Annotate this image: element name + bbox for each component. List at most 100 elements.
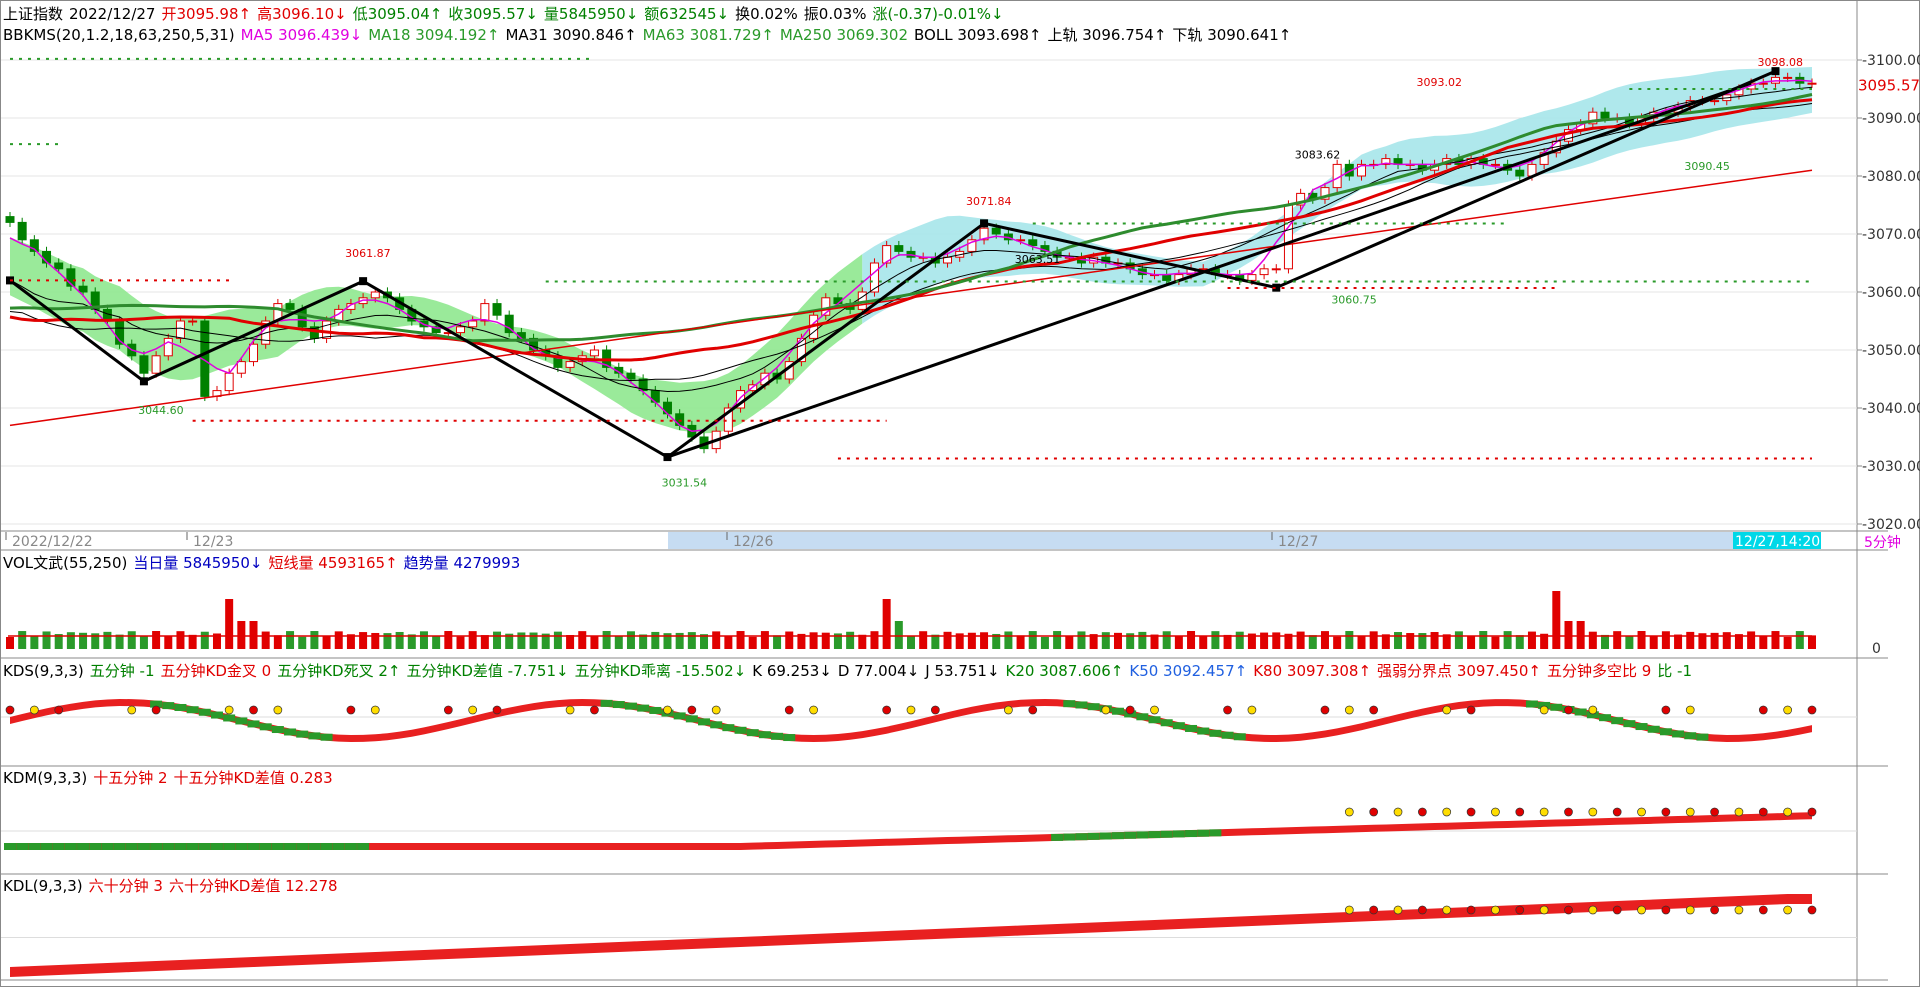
- date-label: 12/27: [1278, 534, 1318, 550]
- volume-bar: [529, 632, 538, 649]
- kd-green-segment: [1672, 730, 1685, 738]
- indicator-name: BBKMS(20,1.2,18,63,250,5,31): [3, 26, 235, 44]
- kd-signal-dot: [1807, 705, 1817, 715]
- kd-green-segment: [771, 732, 784, 740]
- kds-k50: K50 3092.457↑: [1129, 662, 1248, 680]
- kd-green-segment: [150, 843, 163, 850]
- kd-signal-dot: [1369, 905, 1379, 915]
- kd-green-segment: [357, 843, 370, 850]
- volume-bar: [115, 634, 124, 649]
- volume-axis-label: 0: [1872, 641, 1881, 657]
- candle-body: [468, 320, 478, 328]
- kd-signal-dot: [1807, 807, 1817, 817]
- volume-bar: [298, 636, 307, 649]
- volume-bar: [651, 631, 660, 649]
- volume-bar: [602, 631, 611, 649]
- kd-signal-dot: [224, 705, 234, 715]
- kd-signal-dot: [1442, 807, 1452, 817]
- date-bar: 2022/12/22 12/23 12/26 12/27 12/27,14:20 5分钟: [5, 532, 1901, 551]
- kd-signal-dot: [565, 705, 575, 715]
- volume-bar: [1686, 631, 1695, 649]
- kd-green-segment: [734, 726, 747, 734]
- kd-green-segment: [296, 730, 309, 738]
- kds-five-min: 五分钟 -1: [89, 662, 155, 680]
- kdl-header: KDL(9,3,3) 六十分钟 3 六十分钟KD差值 12.278: [3, 877, 344, 895]
- kd-green-segment: [612, 701, 625, 709]
- volume-bar: [1357, 635, 1366, 649]
- candle-body: [163, 337, 173, 357]
- volume-bar: [712, 631, 721, 649]
- volume-bar: [1747, 631, 1756, 649]
- kd-green-segment: [259, 723, 272, 731]
- turnover-value: 换0.02%: [735, 5, 798, 23]
- volume-bar: [322, 635, 331, 649]
- kds-deviation: 五分钟KD乖离 -15.502↓: [574, 662, 747, 680]
- volume-bar: [1649, 636, 1658, 649]
- kd-signal-dot: [784, 705, 794, 715]
- volume-bar: [261, 631, 270, 649]
- kd-signal-dot: [1588, 905, 1598, 915]
- volume-bar: [1564, 621, 1573, 649]
- kd-signal-dot: [1758, 807, 1768, 817]
- volume-bar: [1162, 631, 1171, 649]
- volume-bar: [359, 632, 368, 649]
- candle-body: [1028, 239, 1038, 247]
- kd-green-segment: [259, 843, 272, 850]
- kd-signal-dot: [346, 705, 356, 715]
- kd-signal-dot: [1807, 905, 1817, 915]
- volume-bar: [1040, 636, 1049, 649]
- kd-green-segment: [125, 843, 138, 850]
- volume-bar: [1722, 632, 1731, 649]
- kd-green-segment: [1525, 700, 1538, 708]
- kd-signal-dot: [468, 705, 478, 715]
- volume-bar: [590, 636, 599, 649]
- kd-green-segment: [235, 843, 248, 850]
- kd-green-segment: [284, 843, 297, 850]
- kd-green-segment: [40, 843, 53, 850]
- kd-signal-dot: [906, 705, 916, 715]
- kd-green-segment: [1550, 703, 1563, 711]
- price-tick-label: -3030.00: [1862, 459, 1920, 475]
- kd-signal-dot: [443, 705, 453, 715]
- ma5-value: MA5 3096.439↓: [240, 26, 363, 44]
- volume-bar: [1199, 636, 1208, 649]
- candle-body: [370, 291, 380, 299]
- kd-signal-dot: [1539, 905, 1549, 915]
- volume-bar: [456, 636, 465, 649]
- close-price: 收3095.57↓: [448, 5, 538, 23]
- kdm-header: KDM(9,3,3) 十五分钟 2 十五分钟KD差值 0.283: [3, 769, 339, 787]
- volume-bar: [724, 635, 733, 649]
- kd-signal-dot: [1734, 905, 1744, 915]
- price-annotation: 3061.87: [345, 247, 391, 260]
- index-name: 上证指数: [3, 5, 64, 23]
- kd-signal-dot: [1685, 807, 1695, 817]
- volume-bar: [931, 634, 940, 649]
- kd-green-segment: [673, 712, 686, 720]
- kd-green-segment: [271, 726, 284, 734]
- price-axis: -3100.00 -3090.00 -3080.00 -3070.00 -3060.00…: [1857, 53, 1920, 533]
- ma31-value: MA31 3090.846↑: [505, 26, 637, 44]
- kd-green-segment: [4, 843, 16, 850]
- candle-body: [17, 221, 27, 241]
- volume-bar: [1783, 636, 1792, 649]
- price-annotation: 3098.08: [1757, 56, 1803, 69]
- kd-green-segment: [710, 721, 723, 729]
- kd-green-segment: [162, 843, 175, 850]
- volume-bar: [1515, 635, 1524, 649]
- kds-ratio: 五分钟多空比 9: [1546, 662, 1652, 680]
- kd-signal-dot: [1442, 905, 1452, 915]
- kd-signal-dot: [1515, 807, 1525, 817]
- kd-green-segment: [1233, 733, 1246, 741]
- kds-k: K 69.253↓: [752, 662, 832, 680]
- kd-green-segment: [1148, 831, 1161, 839]
- volume-bar: [18, 631, 27, 649]
- volume-bar: [760, 631, 769, 649]
- candle-body: [894, 245, 904, 252]
- kds-strong-point: 强弱分界点 3097.450↑: [1377, 662, 1541, 680]
- kd-green-segment: [186, 706, 199, 714]
- kd-signal-dot: [273, 705, 283, 715]
- candle-body: [1162, 274, 1172, 281]
- ma63-value: MA63 3081.729↑: [642, 26, 774, 44]
- kd-signal-dot: [1612, 807, 1622, 817]
- kd-green-segment: [1647, 725, 1660, 733]
